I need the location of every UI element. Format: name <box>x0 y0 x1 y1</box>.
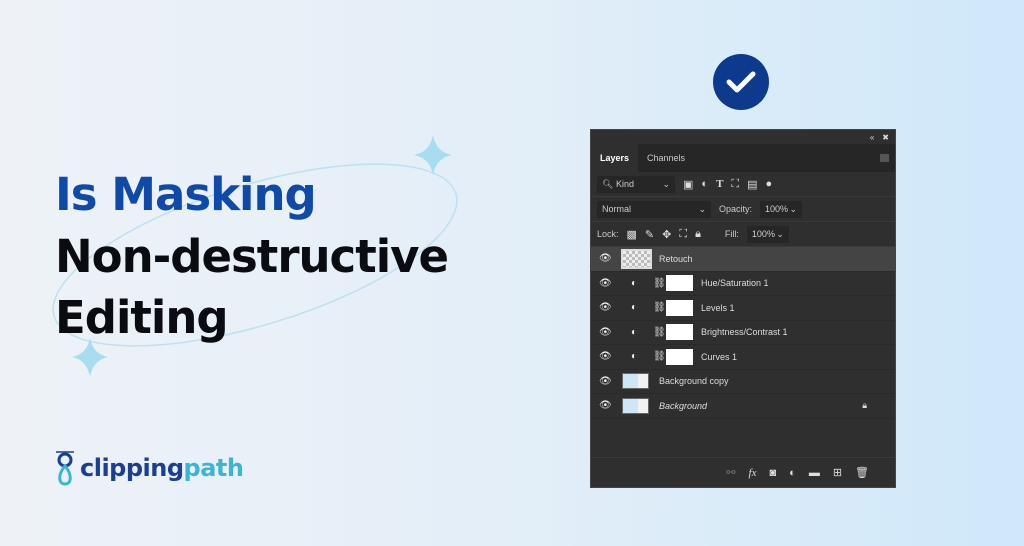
blend-mode-select[interactable]: Normal ⌄ <box>597 200 711 218</box>
lock-artboard-icon[interactable]: ⛶ <box>679 228 687 241</box>
opacity-input[interactable]: 100% ⌄ <box>760 200 803 218</box>
lock-label: Lock: <box>597 229 619 239</box>
chevron-down-icon: ⌄ <box>776 228 784 239</box>
visibility-eye-icon[interactable]: 👁︎ <box>599 376 612 387</box>
fill-input[interactable]: 100% ⌄ <box>746 225 789 243</box>
chevron-down-icon: ⌄ <box>698 203 706 214</box>
link-chain-icon: ⛓ <box>653 277 666 289</box>
layer-row-hue-saturation[interactable]: 👁︎ ◐ ⛓ Hue/Saturation 1 <box>591 272 895 296</box>
layer-row-curves[interactable]: 👁︎ ◐ ⛓ Curves 1 <box>591 345 895 370</box>
layer-thumbnail <box>622 397 649 414</box>
filter-kind-select[interactable]: 🔍︎ Kind ⌄ <box>597 175 675 193</box>
new-adjustment-layer-icon[interactable]: ◐ <box>789 467 796 479</box>
shape-filter-icon[interactable]: ⛶ <box>731 178 739 191</box>
checkmark-icon <box>713 54 769 110</box>
layer-lock-icon: 🔒︎ <box>862 400 867 411</box>
opacity-value: 100% <box>765 204 789 214</box>
layer-name: Brightness/Contrast 1 <box>701 327 788 338</box>
layer-name: Hue/Saturation 1 <box>701 278 769 289</box>
image-filter-icon[interactable]: ▣ <box>683 178 693 191</box>
link-chain-icon: ⛓ <box>653 302 666 314</box>
visibility-eye-icon[interactable]: 👁︎ <box>599 253 612 264</box>
adjustment-layer-icon: ◐ <box>631 302 638 314</box>
lock-all-icon[interactable]: 🔒︎ <box>695 228 701 241</box>
pen-tool-logo-icon <box>56 451 74 486</box>
layer-mask-thumbnail <box>666 275 693 292</box>
layer-row-levels[interactable]: 👁︎ ◐ ⛓ Levels 1 <box>591 296 895 321</box>
layer-name: Background <box>659 400 708 411</box>
layer-name: Levels 1 <box>701 302 735 313</box>
adjustment-layer-icon: ◐ <box>631 326 638 338</box>
add-mask-icon[interactable]: ◙ <box>770 467 777 479</box>
layer-row-background-copy[interactable]: 👁︎ Background copy <box>591 370 895 394</box>
layer-row-retouch[interactable]: 👁︎ Retouch <box>591 247 895 272</box>
opacity-label: Opacity: <box>719 204 753 214</box>
fill-value: 100% <box>751 229 775 239</box>
layer-mask-thumbnail <box>666 348 693 365</box>
layer-thumbnail <box>622 373 649 390</box>
filter-kind-value: Kind <box>615 179 634 189</box>
layer-name: Background copy <box>659 376 729 387</box>
smart-object-filter-icon[interactable]: ▤ <box>747 178 757 191</box>
link-layers-icon[interactable]: ⚯ <box>726 466 735 479</box>
visibility-eye-icon[interactable]: 👁︎ <box>599 400 612 411</box>
tab-channels[interactable]: Channels <box>638 144 694 172</box>
chevron-down-icon: ⌄ <box>789 203 798 214</box>
panel-menu-icon[interactable] <box>880 154 889 162</box>
layers-list: 👁︎ Retouch 👁︎ ◐ ⛓ Hue/Saturation 1 👁︎ ◐ ⛓ Level… <box>591 247 895 419</box>
layer-name: Curves 1 <box>701 351 738 362</box>
tab-layers[interactable]: Layers <box>591 144 639 172</box>
visibility-eye-icon[interactable]: 👁︎ <box>599 351 612 362</box>
layer-mask-thumbnail <box>666 324 693 341</box>
headline-line-3: Editing <box>55 291 229 344</box>
visibility-eye-icon[interactable]: 👁︎ <box>599 302 612 313</box>
lock-brush-icon[interactable]: ✎ <box>645 228 654 241</box>
adjustment-filter-icon[interactable]: ◐ <box>701 178 708 190</box>
type-filter-icon[interactable]: T <box>716 178 723 190</box>
layer-row-brightness-contrast[interactable]: 👁︎ ◐ ⛓ Brightness/Contrast 1 <box>591 321 895 345</box>
logo-text-path: path <box>183 454 244 482</box>
headline-line-1: Is Masking <box>55 168 317 221</box>
chevron-down-icon: ⌄ <box>662 178 670 189</box>
clippingpath-logo: clippingpath <box>54 448 244 488</box>
layer-row-background[interactable]: 👁︎ Background 🔒︎ <box>591 394 895 419</box>
visibility-eye-icon[interactable]: 👁︎ <box>599 278 612 289</box>
logo-text-clipping: clipping <box>80 454 184 482</box>
new-group-folder-icon[interactable]: ▬ <box>809 467 820 479</box>
visibility-eye-icon[interactable]: 👁︎ <box>599 327 612 338</box>
fill-label: Fill: <box>724 229 739 239</box>
lock-transparent-icon[interactable]: ▩ <box>627 228 637 241</box>
layer-thumbnail <box>621 248 652 269</box>
adjustment-layer-icon: ◐ <box>631 351 638 363</box>
collapse-icon[interactable]: « <box>870 133 874 142</box>
new-layer-icon[interactable]: ⊞ <box>833 466 842 479</box>
trash-icon[interactable]: 🗑︎ <box>855 466 869 479</box>
link-chain-icon: ⛓ <box>653 326 666 338</box>
layer-name: Retouch <box>659 253 693 264</box>
adjustment-layer-icon: ◐ <box>631 277 638 289</box>
close-icon[interactable]: ✖ <box>882 133 889 142</box>
search-icon: 🔍︎ <box>602 178 614 189</box>
fx-icon[interactable]: fx <box>749 467 757 479</box>
filter-toggle-icon[interactable]: ● <box>766 178 773 190</box>
layer-mask-thumbnail <box>666 299 693 316</box>
link-chain-icon: ⛓ <box>653 351 666 363</box>
lock-move-icon[interactable]: ✥ <box>662 228 671 241</box>
layers-panel: «✖ Layers Channels 🔍︎ Kind ⌄ ▣ ◐ T ⛶ ▤ ● … <box>590 129 896 488</box>
blend-mode-value: Normal <box>602 204 632 214</box>
headline-line-2: Non-destructive <box>55 230 449 283</box>
